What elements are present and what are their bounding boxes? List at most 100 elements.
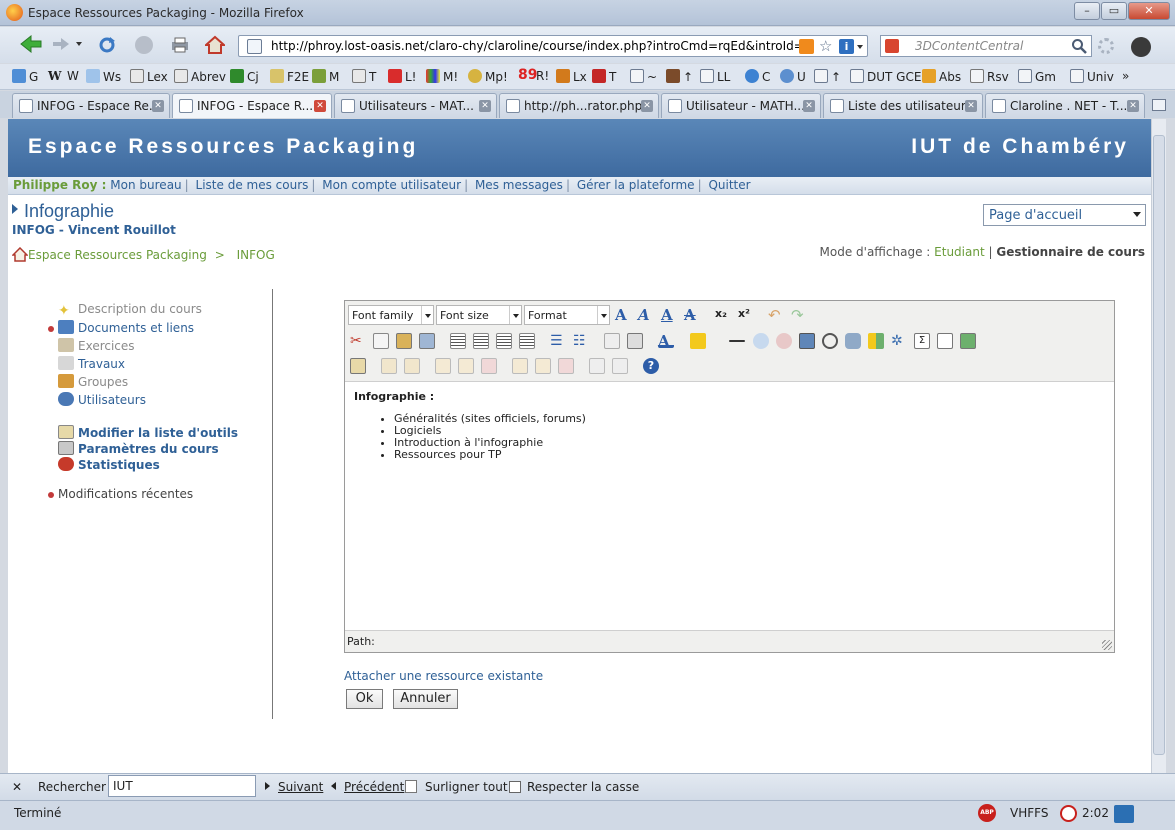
superscript-icon[interactable]: x²	[738, 307, 754, 323]
search-engine-icon[interactable]	[885, 39, 899, 53]
page-scrollbar[interactable]	[1151, 119, 1166, 773]
align-justify-icon[interactable]	[519, 333, 535, 349]
bookmark-folder[interactable]: ↑	[814, 69, 841, 84]
font-family-select[interactable]: Font family	[348, 305, 434, 325]
bookmark-item[interactable]: Lx	[556, 69, 587, 84]
bookmark-item[interactable]: W	[67, 69, 79, 83]
bookmark-item[interactable]: ↑	[666, 69, 693, 84]
paste-word-icon[interactable]	[419, 333, 435, 349]
underline-icon[interactable]: A	[661, 306, 677, 324]
tab-close-icon[interactable]: ✕	[965, 100, 977, 112]
table-merge-icon[interactable]	[612, 358, 628, 374]
tool-travaux[interactable]: Travaux	[58, 356, 125, 371]
table-icon[interactable]	[868, 333, 884, 349]
align-left-icon[interactable]	[450, 333, 466, 349]
url-bar[interactable]: http://phroy.lost-oasis.net/claro-chy/cl…	[238, 35, 868, 57]
breadcrumb-root[interactable]: Espace Ressources Packaging	[28, 248, 207, 262]
stop-icon[interactable]	[135, 36, 153, 54]
bookmark-item[interactable]: Abs	[922, 69, 961, 84]
bookmark-folder[interactable]: Gm	[1018, 69, 1056, 84]
bookmark-item[interactable]: Mp!	[468, 69, 508, 84]
print-icon[interactable]	[170, 37, 190, 53]
table-row-after-icon[interactable]	[458, 358, 474, 374]
bookmark-star-icon[interactable]: ☆	[819, 37, 832, 55]
table-insert-row-icon[interactable]	[381, 358, 397, 374]
undo-icon[interactable]: ↶	[768, 306, 784, 324]
link-mes-messages[interactable]: Mes messages	[475, 178, 563, 192]
info-icon[interactable]: i	[839, 39, 854, 54]
link-mon-compte[interactable]: Mon compte utilisateur	[322, 178, 461, 192]
bookmark-item[interactable]: Ws	[86, 69, 121, 84]
minimize-button[interactable]: –	[1074, 2, 1100, 20]
help-icon[interactable]: ?	[643, 358, 659, 374]
scrollbar-thumb[interactable]	[1153, 135, 1165, 755]
link-icon[interactable]	[753, 333, 769, 349]
site-name[interactable]: Espace Ressources Packaging	[28, 135, 418, 159]
institution-name[interactable]: IUT de Chambéry	[911, 135, 1129, 159]
bookmark-item[interactable]: L!	[388, 69, 417, 84]
edit-html-icon[interactable]	[350, 358, 366, 374]
bookmark-item[interactable]: F2E	[270, 69, 309, 84]
match-case-checkbox[interactable]: Respecter la casse	[509, 780, 639, 794]
admin-modify-tools[interactable]: Modifier la liste d'outils	[58, 425, 238, 440]
zoom-icon[interactable]	[822, 333, 838, 349]
table-row-before-icon[interactable]	[435, 358, 451, 374]
search-icon[interactable]	[1071, 38, 1087, 54]
italic-icon[interactable]: A	[638, 306, 654, 324]
addon-icon[interactable]	[1131, 37, 1151, 57]
bookmark-folder[interactable]: ~	[630, 69, 657, 84]
adblock-icon[interactable]: ABP	[978, 804, 996, 822]
resize-grip-icon[interactable]	[1102, 640, 1112, 650]
bookmark-item[interactable]: Lex	[130, 69, 168, 84]
close-window-button[interactable]: ✕	[1128, 2, 1170, 20]
indent-icon[interactable]	[627, 333, 643, 349]
table-insert-col-icon[interactable]	[404, 358, 420, 374]
cancel-button[interactable]: Annuler	[393, 689, 458, 709]
history-dropdown-icon[interactable]	[76, 42, 82, 46]
paste-icon[interactable]	[396, 333, 412, 349]
bookmark-folder[interactable]: DUT GCE	[850, 69, 921, 84]
horizontal-rule-icon[interactable]	[729, 340, 745, 342]
sync-icon[interactable]	[1114, 805, 1134, 823]
redo-icon[interactable]: ↷	[791, 306, 807, 324]
tool-exercices[interactable]: Exercices	[58, 338, 135, 353]
url-dropdown-icon[interactable]	[857, 45, 863, 49]
tab-list-icon[interactable]	[1152, 99, 1166, 111]
gear-icon[interactable]: ✲	[891, 333, 907, 349]
link-liste-cours[interactable]: Liste de mes cours	[196, 178, 309, 192]
image-icon[interactable]	[799, 333, 815, 349]
tab-4[interactable]: http://ph...rator.php ✕	[499, 93, 659, 118]
tool-utilisateurs[interactable]: Utilisateurs	[58, 392, 146, 407]
table-delete-row-icon[interactable]	[481, 358, 497, 374]
tab-1[interactable]: INFOG - Espace Re... ✕	[12, 93, 170, 118]
tab-7[interactable]: Claroline . NET - T... ✕	[985, 93, 1145, 118]
bookmark-folder[interactable]: Univ	[1070, 69, 1114, 84]
tab-close-icon[interactable]: ✕	[1127, 100, 1139, 112]
tool-documents[interactable]: Documents et liens	[58, 320, 194, 335]
unlink-icon[interactable]	[776, 333, 792, 349]
numbered-list-icon[interactable]: ☷	[573, 333, 589, 349]
course-title[interactable]: Infographie	[12, 201, 114, 222]
admin-course-settings[interactable]: Paramètres du cours	[58, 441, 219, 456]
tab-close-icon[interactable]: ✕	[152, 100, 164, 112]
tab-3[interactable]: Utilisateurs - MAT... ✕	[334, 93, 497, 118]
bookmarks-overflow-button[interactable]: »	[1122, 69, 1129, 83]
bookmark-item[interactable]: C	[745, 69, 770, 84]
tab-6[interactable]: Liste des utilisateur... ✕	[823, 93, 983, 118]
tab-close-icon[interactable]: ✕	[641, 100, 653, 112]
table-col-before-icon[interactable]	[512, 358, 528, 374]
table-col-after-icon[interactable]	[535, 358, 551, 374]
tab-close-icon[interactable]: ✕	[803, 100, 815, 112]
tab-close-icon[interactable]: ✕	[479, 100, 491, 112]
bookmark-item[interactable]: M!	[426, 69, 458, 84]
bookmark-folder[interactable]: LL	[700, 69, 730, 84]
editor-content-area[interactable]: Infographie : Généralités (sites officie…	[345, 381, 1114, 631]
bookmark-item[interactable]: W	[48, 69, 61, 83]
bookmark-item[interactable]: M	[312, 69, 339, 84]
vhffs-label[interactable]: VHFFS	[1010, 806, 1048, 820]
text-color-icon[interactable]: A	[658, 332, 674, 350]
bookmark-item[interactable]: Cj	[230, 69, 259, 84]
bookmark-item[interactable]: Abrev	[174, 69, 226, 84]
recent-changes[interactable]: Modifications récentes	[58, 487, 193, 501]
format-select[interactable]: Format	[524, 305, 610, 325]
